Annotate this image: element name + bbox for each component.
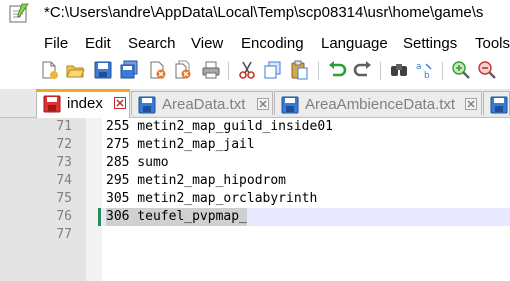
tab-overflow[interactable] (483, 91, 510, 115)
title-bar: *C:\Users\andre\AppData\Local\Temp\scp08… (0, 0, 510, 30)
print-icon[interactable] (200, 59, 222, 81)
zoom-in-icon[interactable] (450, 59, 472, 81)
toolbar-separator (318, 62, 319, 80)
redo-icon[interactable] (352, 59, 374, 81)
saved-file-icon (281, 96, 299, 114)
saved-file-icon (490, 96, 508, 114)
line-text[interactable]: 255 metin2_map_guild_inside01 (106, 118, 333, 136)
close-tab-icon[interactable] (114, 97, 126, 109)
editor-area[interactable]: 71 255 metin2_map_guild_inside01 72 275 … (0, 118, 510, 281)
line-text[interactable]: 285 sumo (106, 154, 169, 172)
line-number: 74 (56, 173, 72, 188)
line-text[interactable]: 305 metin2_map_orclabyrinth (106, 190, 317, 208)
menu-settings[interactable]: Settings (403, 35, 457, 52)
editor-line: 72 275 metin2_map_jail (0, 136, 510, 154)
editor-line: 73 285 sumo (0, 154, 510, 172)
line-text-selected[interactable]: 306 teufel_pvpmap_ (106, 208, 247, 226)
close-tab-icon[interactable] (257, 98, 269, 110)
tab-label: AreaAmbienceData.txt (305, 96, 456, 113)
menu-language[interactable]: Language (321, 35, 388, 52)
line-number: 77 (56, 227, 72, 242)
modified-file-icon (43, 95, 61, 113)
open-file-icon[interactable] (64, 59, 86, 81)
tab-areaambiencedata[interactable]: AreaAmbienceData.txt (274, 91, 482, 115)
zoom-out-icon[interactable] (476, 59, 498, 81)
toolbar-separator (442, 62, 443, 80)
menu-tools[interactable]: Tools (475, 35, 510, 52)
notepad-plus-plus-icon (9, 3, 29, 23)
cut-icon[interactable] (236, 59, 258, 81)
tab-index[interactable]: index (36, 89, 130, 118)
find-icon[interactable] (388, 59, 410, 81)
editor-line: 71 255 metin2_map_guild_inside01 (0, 118, 510, 136)
line-number: 73 (56, 155, 72, 170)
paste-icon[interactable] (288, 59, 310, 81)
toolbar: ab (0, 56, 510, 88)
toolbar-separator (380, 62, 381, 80)
save-icon[interactable] (92, 59, 114, 81)
svg-text:a: a (416, 62, 422, 72)
save-all-icon[interactable] (118, 59, 140, 81)
menu-encoding[interactable]: Encoding (241, 35, 304, 52)
saved-file-icon (138, 96, 156, 114)
close-tab-icon[interactable] (465, 98, 477, 110)
tab-label: AreaData.txt (162, 96, 246, 113)
line-number: 71 (56, 119, 72, 134)
menu-view[interactable]: View (191, 35, 223, 52)
editor-line: 77 (0, 226, 510, 244)
copy-icon[interactable] (262, 59, 284, 81)
svg-text:b: b (424, 71, 430, 80)
line-text[interactable]: 295 metin2_map_hipodrom (106, 172, 286, 190)
editor-line: 74 295 metin2_map_hipodrom (0, 172, 510, 190)
tab-bar: index AreaData.txt AreaAmbienceData.txt (0, 89, 510, 118)
line-number: 76 (56, 209, 72, 224)
replace-icon[interactable]: ab (414, 59, 436, 81)
change-marker (98, 208, 101, 226)
undo-icon[interactable] (326, 59, 348, 81)
close-all-icon[interactable] (172, 59, 194, 81)
menu-search[interactable]: Search (128, 35, 176, 52)
window-title: *C:\Users\andre\AppData\Local\Temp\scp08… (44, 4, 484, 21)
line-number: 75 (56, 191, 72, 206)
menu-file[interactable]: File (44, 35, 68, 52)
close-icon[interactable] (146, 59, 168, 81)
line-text[interactable]: 275 metin2_map_jail (106, 136, 255, 154)
tab-areadata[interactable]: AreaData.txt (131, 91, 273, 115)
toolbar-separator (228, 62, 229, 80)
menu-bar: File Edit Search View Encoding Language … (0, 32, 510, 56)
editor-line-current: 76 306 teufel_pvpmap_ (0, 208, 510, 226)
menu-edit[interactable]: Edit (85, 35, 111, 52)
tab-label: index (67, 95, 103, 112)
editor-line: 75 305 metin2_map_orclabyrinth (0, 190, 510, 208)
new-file-icon[interactable] (38, 59, 60, 81)
line-number: 72 (56, 137, 72, 152)
